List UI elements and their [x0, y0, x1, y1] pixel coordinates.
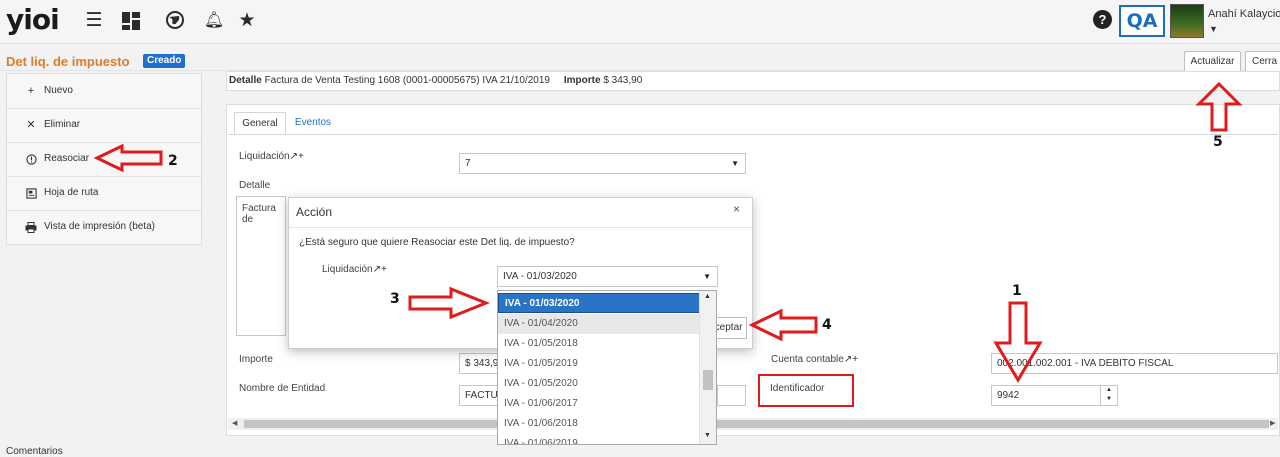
- annotation-number: 1: [1012, 283, 1022, 299]
- annotation-arrow-up-icon: [1195, 81, 1243, 132]
- annotation-number: 4: [822, 317, 832, 333]
- annotation-arrow-right-icon: [408, 286, 491, 320]
- annotation-number: 3: [390, 291, 400, 307]
- annotation-number: 5: [1213, 134, 1223, 150]
- annotation-number: 2: [168, 153, 178, 169]
- annotation-arrow-left-icon: [748, 308, 818, 342]
- annotation-arrow-down-icon: [993, 301, 1043, 383]
- annotation-arrow-left-icon: [93, 143, 163, 173]
- annotation-highlight-box: [758, 374, 854, 407]
- annotation-overlay: [93, 81, 1243, 383]
